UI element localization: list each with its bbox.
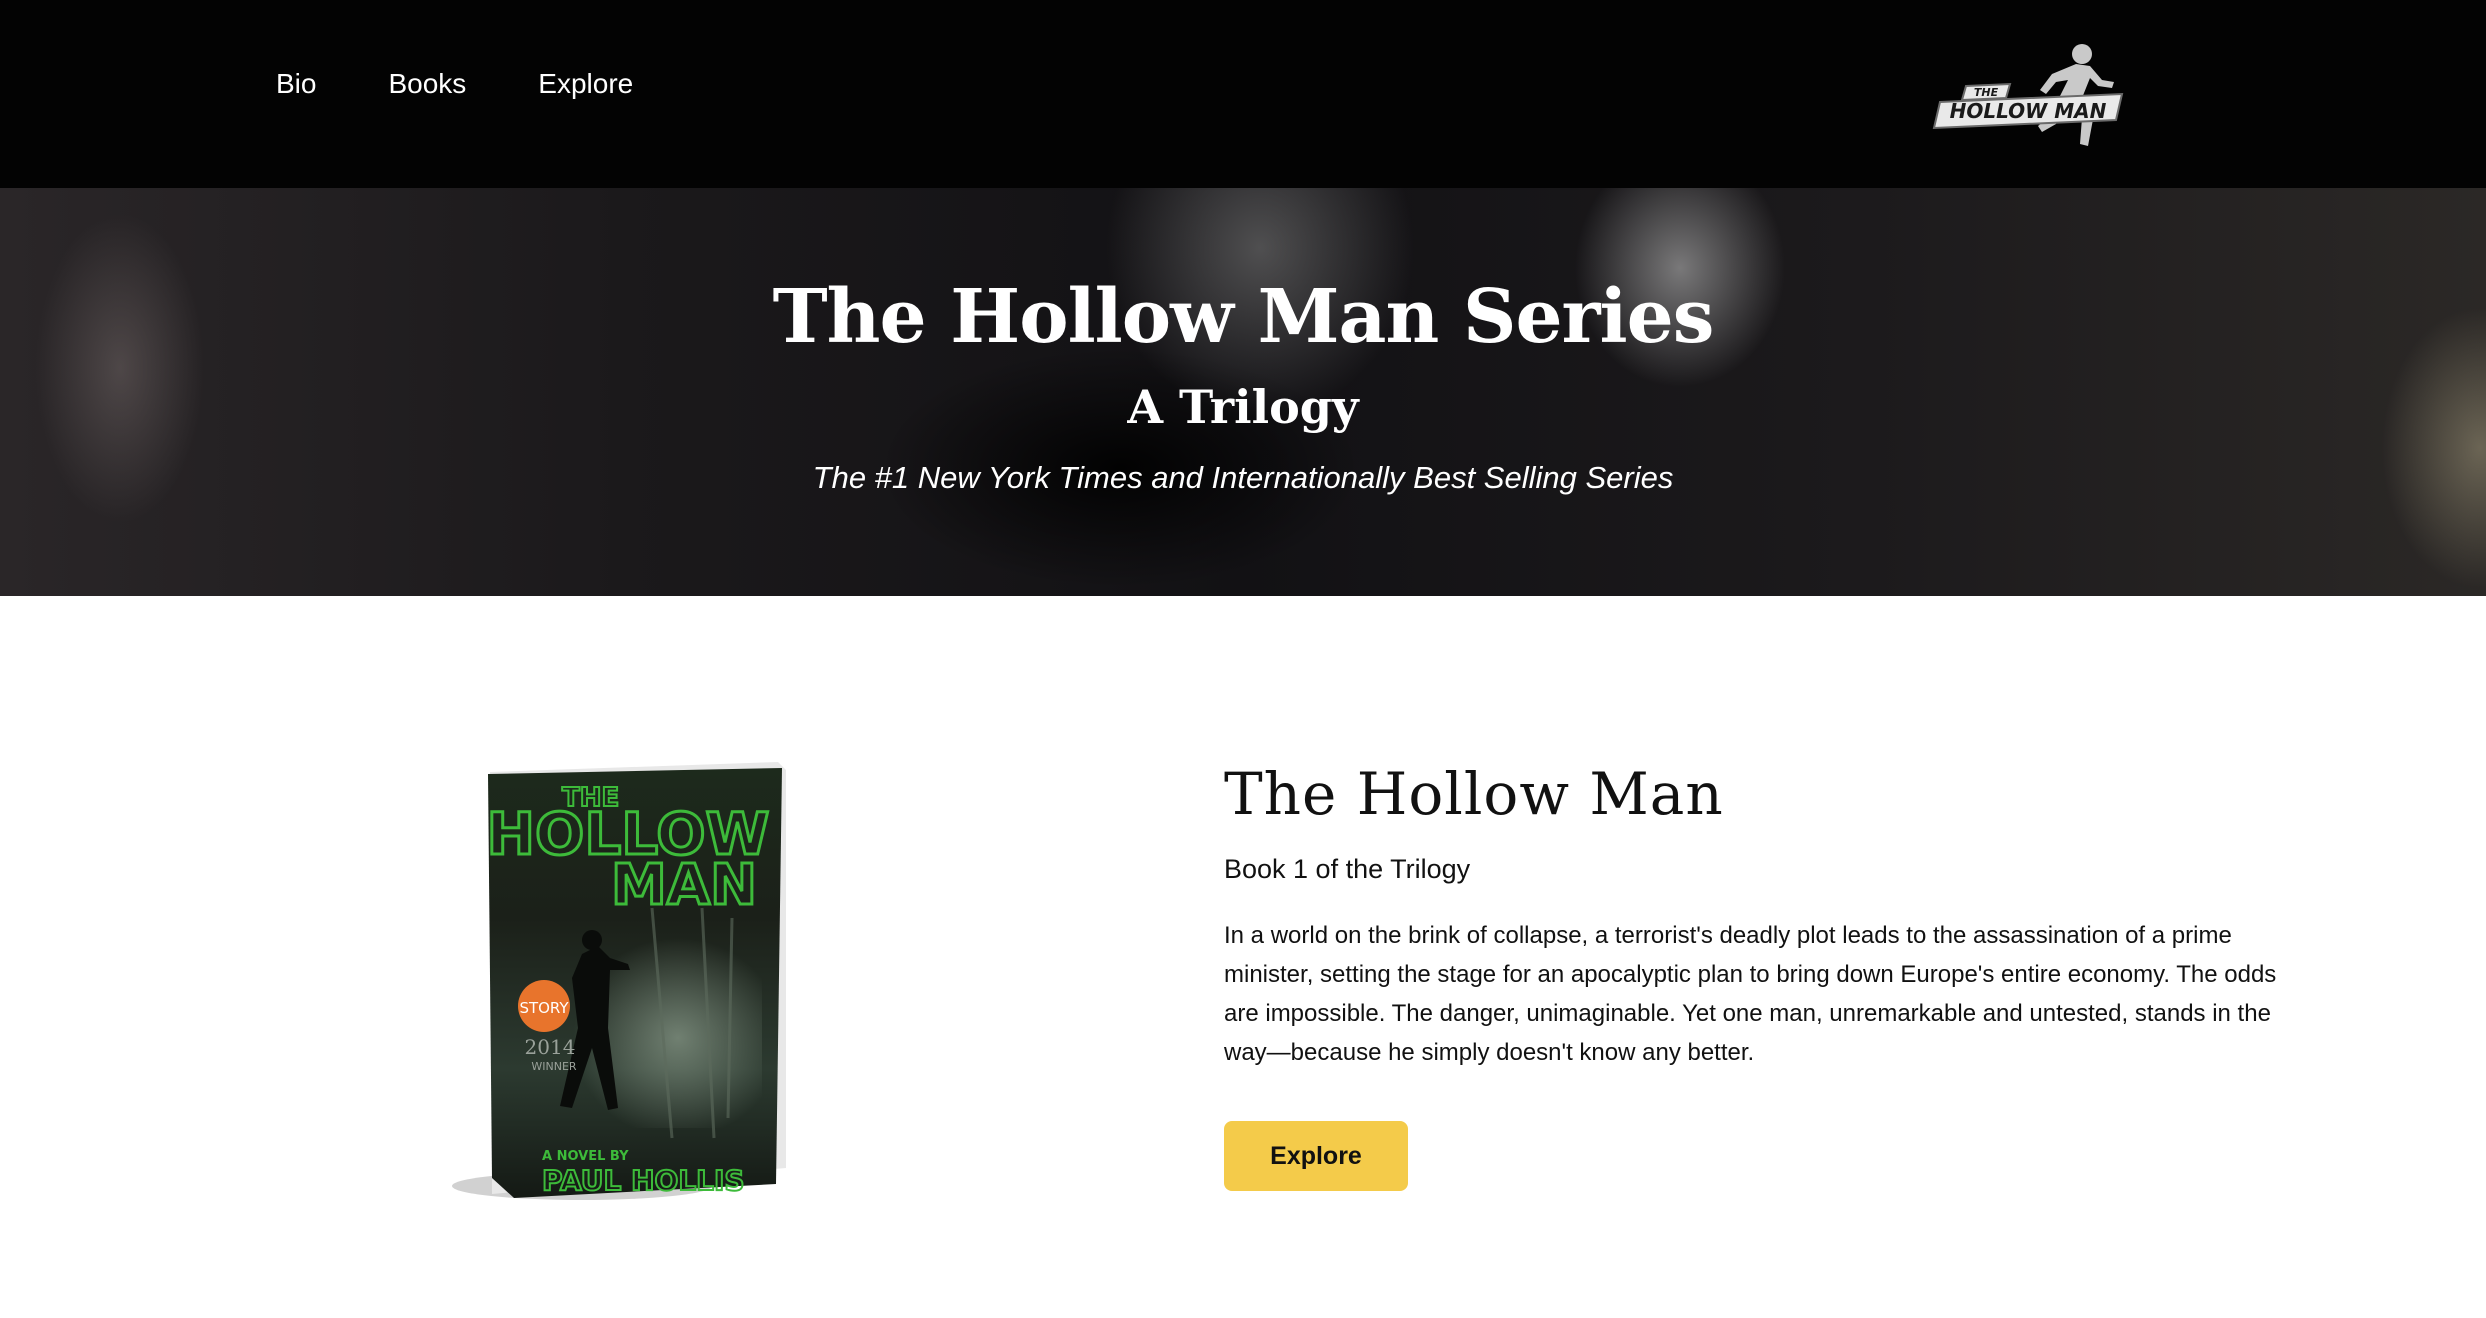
- nav-link-books[interactable]: Books: [388, 68, 466, 100]
- main-nav: Bio Books Explore: [276, 68, 705, 100]
- logo-line1: THE: [1974, 86, 1999, 99]
- hero-subtitle: A Trilogy: [1127, 380, 1359, 434]
- explore-button[interactable]: Explore: [1224, 1121, 1408, 1191]
- nav-link-bio[interactable]: Bio: [276, 68, 316, 100]
- cover-author: PAUL HOLLIS: [542, 1164, 745, 1197]
- award-year: 2014: [525, 1035, 576, 1059]
- hero-title: The Hollow Man Series: [772, 274, 1715, 360]
- book-description: In a world on the brink of collapse, a t…: [1224, 922, 2277, 1066]
- award-badge-text: STORY: [519, 999, 569, 1017]
- book-title: The Hollow Man: [1224, 760, 1724, 828]
- logo-line2: HOLLOW MAN: [1950, 99, 2107, 123]
- book-subtitle: Book 1 of the Trilogy: [1224, 854, 1471, 884]
- cover-byline: A NOVEL BY: [542, 1149, 629, 1164]
- site-header: Bio Books Explore THE HOLLOW MAN: [0, 0, 2486, 188]
- cover-title-line3: MAN: [611, 853, 757, 918]
- hero-content: The Hollow Man Series A Trilogy The #1 N…: [0, 188, 2486, 596]
- hero-banner: The Hollow Man Series A Trilogy The #1 N…: [0, 188, 2486, 596]
- hero-tagline: The #1 New York Times and Internationall…: [812, 460, 1674, 495]
- nav-link-explore[interactable]: Explore: [538, 68, 633, 100]
- award-text: WINNER: [531, 1060, 577, 1073]
- site-logo[interactable]: THE HOLLOW MAN: [1930, 40, 2130, 164]
- book-cover-image[interactable]: THE HOLLOW MAN STORY 2014 WINNER A NOVEL…: [432, 758, 794, 1202]
